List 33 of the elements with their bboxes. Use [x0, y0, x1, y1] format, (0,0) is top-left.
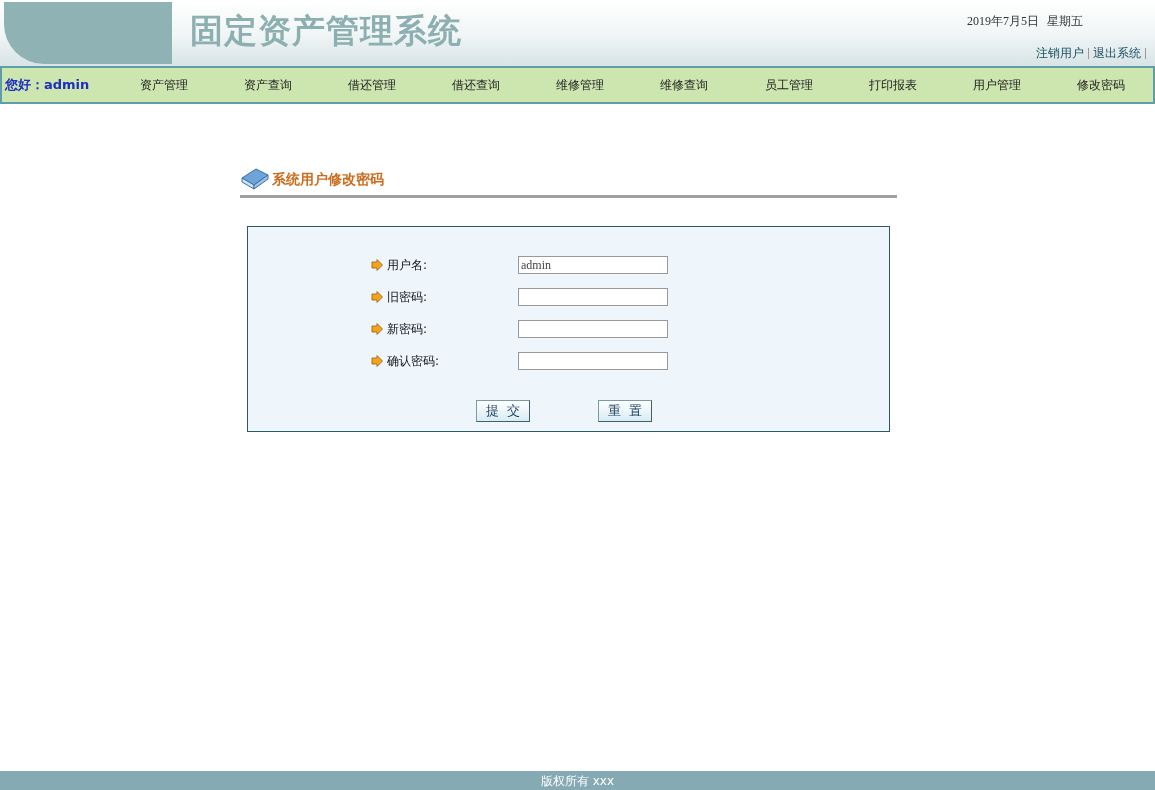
nav-link[interactable]: 维修管理 [528, 76, 633, 94]
arrow-icon [371, 355, 383, 367]
nav-link[interactable]: 员工管理 [736, 76, 841, 94]
header-link[interactable]: 注销用户 [1036, 44, 1084, 62]
section-title: 系统用户修改密码 [272, 170, 384, 189]
nav-link[interactable]: 借还查询 [424, 76, 529, 94]
nav-link[interactable]: 打印报表 [840, 76, 945, 94]
input-field[interactable] [518, 288, 668, 306]
nav-link[interactable]: 资产查询 [215, 76, 320, 94]
field-label: 用户名: [387, 257, 429, 274]
field-label: 确认密码: [387, 353, 441, 370]
system-title: 固定资产管理系统 [190, 14, 462, 52]
nav-link[interactable]: 维修查询 [632, 76, 737, 94]
field-label: 新密码: [387, 321, 429, 338]
copyright-text: 版权所有 xxx [540, 772, 615, 790]
input-field[interactable]: admin [518, 256, 668, 274]
input-field[interactable] [518, 320, 668, 338]
input-field[interactable] [518, 352, 668, 370]
book-icon [240, 166, 270, 192]
nav-link[interactable]: 用户管理 [944, 76, 1049, 94]
date-text: 2019年7月5日 [967, 13, 1039, 30]
arrow-icon [371, 323, 383, 335]
nav-link[interactable]: 借还管理 [319, 76, 425, 94]
greeting-text: 您好：admin [3, 76, 91, 95]
form-button[interactable]: 重 置 [598, 400, 652, 422]
nav-link[interactable]: 资产管理 [111, 76, 216, 94]
form-button[interactable]: 提 交 [476, 400, 530, 422]
arrow-icon [371, 259, 383, 271]
nav-link[interactable]: 修改密码 [1048, 76, 1154, 94]
header-link[interactable]: 退出系统 [1093, 44, 1141, 62]
field-label: 旧密码: [387, 289, 429, 306]
arrow-icon [371, 291, 383, 303]
weekday-text: 星期五 [1047, 13, 1083, 30]
